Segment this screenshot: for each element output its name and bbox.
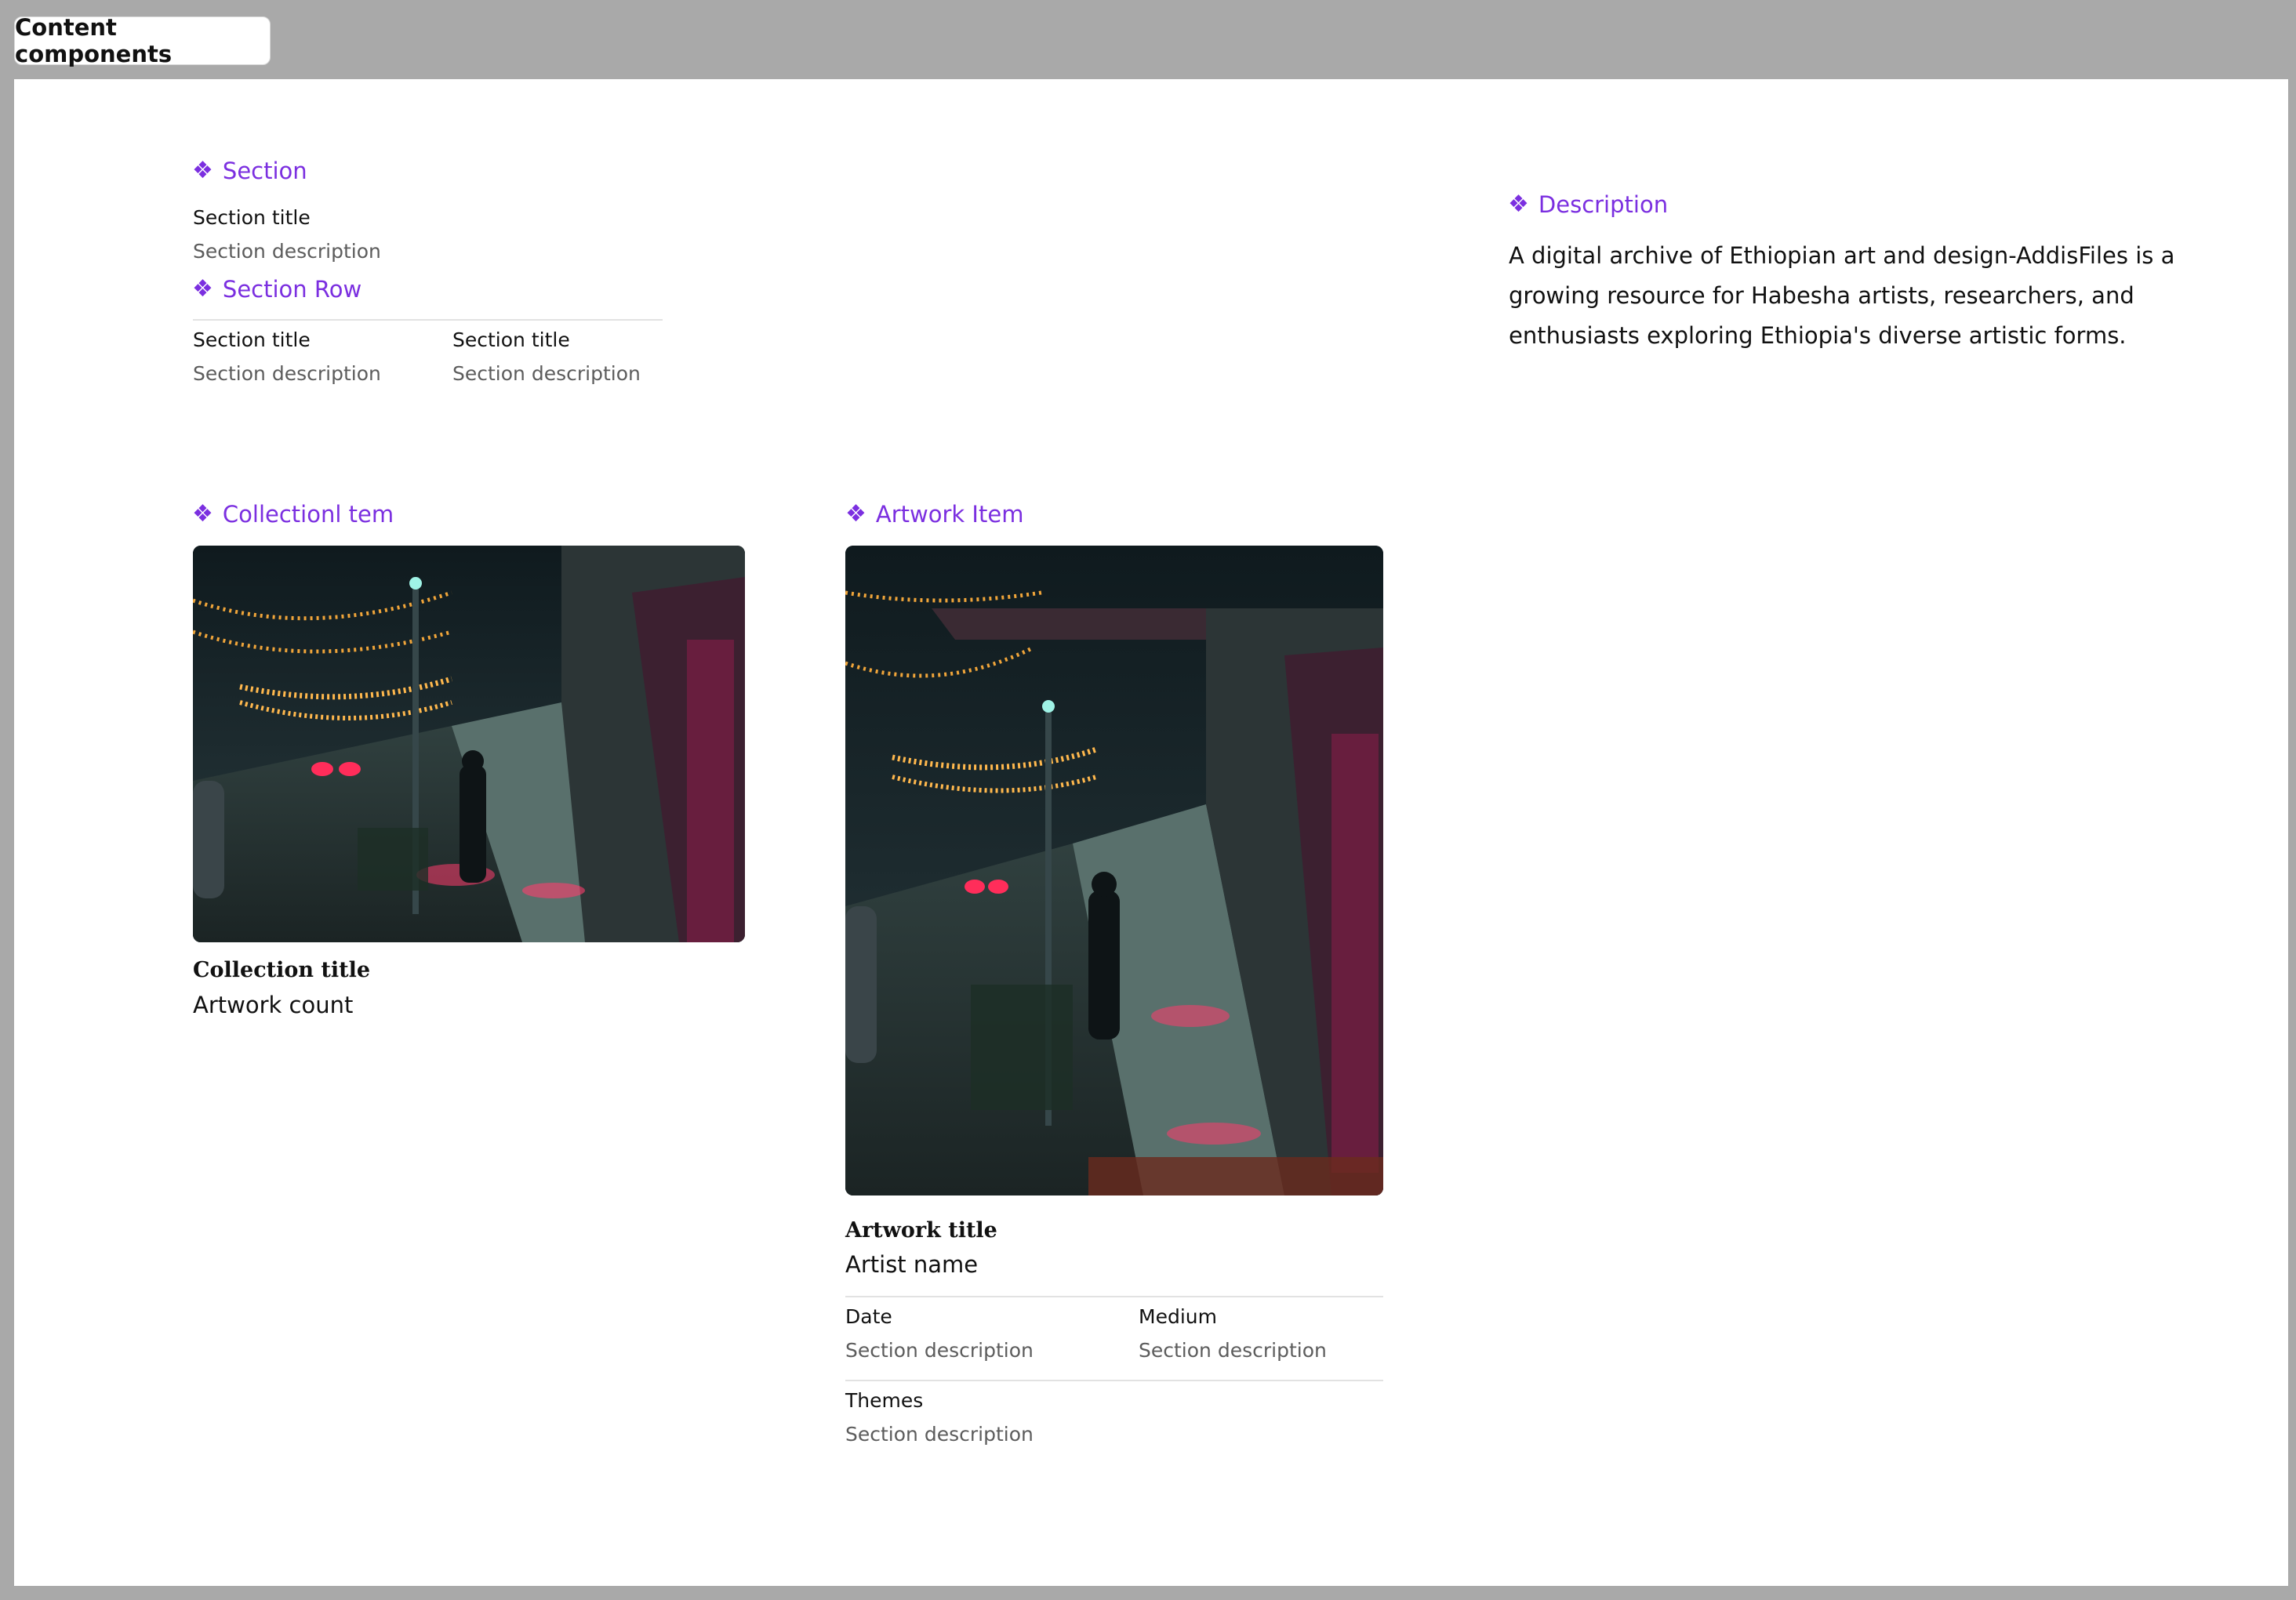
collection-item-label-text: Collectionl tem <box>222 501 394 528</box>
artwork-artist-name: Artist name <box>845 1251 979 1278</box>
tab-label: Content components <box>15 14 173 67</box>
artwork-divider-2 <box>845 1380 1383 1381</box>
collection-image[interactable] <box>193 546 745 942</box>
collection-item-component-label: ❖ Collectionl tem <box>192 501 394 528</box>
description-label-text: Description <box>1538 191 1669 218</box>
artwork-item-label-text: Artwork Item <box>875 501 1024 528</box>
description-component-label: ❖ Description <box>1508 191 1668 218</box>
night-street-photo <box>193 546 745 942</box>
component-diamond-icon: ❖ <box>192 275 213 303</box>
section-row-col2-description: Section description <box>452 362 641 385</box>
components-canvas: ❖ Section Section title Section descript… <box>14 79 2288 1586</box>
artwork-medium-title: Medium <box>1139 1305 1217 1328</box>
tab-content-components[interactable]: Content components <box>14 14 271 67</box>
component-diamond-icon: ❖ <box>192 157 213 184</box>
component-diamond-icon: ❖ <box>1508 190 1529 218</box>
artwork-date-title: Date <box>845 1305 892 1328</box>
night-street-photo <box>845 546 1383 1195</box>
section-row-component-label: ❖ Section Row <box>192 276 361 303</box>
artwork-image[interactable] <box>845 546 1383 1195</box>
section-row-divider <box>193 319 663 321</box>
section-row-col1-description: Section description <box>193 362 381 385</box>
artwork-item-component-label: ❖ Artwork Item <box>845 501 1023 528</box>
description-body: A digital archive of Ethiopian art and d… <box>1509 242 2175 349</box>
collection-title: Collection title <box>193 958 371 982</box>
component-diamond-icon: ❖ <box>192 500 213 528</box>
artwork-medium-description: Section description <box>1139 1339 1327 1362</box>
artwork-themes-title: Themes <box>845 1389 924 1412</box>
section-description: Section description <box>193 240 381 263</box>
section-component-label: ❖ Section <box>192 158 307 184</box>
collection-artwork-count: Artwork count <box>193 992 354 1018</box>
section-row-col2-title: Section title <box>452 328 570 351</box>
section-row-col1-title: Section title <box>193 328 311 351</box>
artwork-date-description: Section description <box>845 1339 1034 1362</box>
section-title: Section title <box>193 206 311 229</box>
artwork-themes-description: Section description <box>845 1423 1034 1446</box>
artwork-divider-1 <box>845 1296 1383 1297</box>
artwork-title: Artwork title <box>845 1218 997 1243</box>
section-row-label-text: Section Row <box>222 276 362 303</box>
component-diamond-icon: ❖ <box>845 500 866 528</box>
section-label-text: Section <box>222 158 307 184</box>
